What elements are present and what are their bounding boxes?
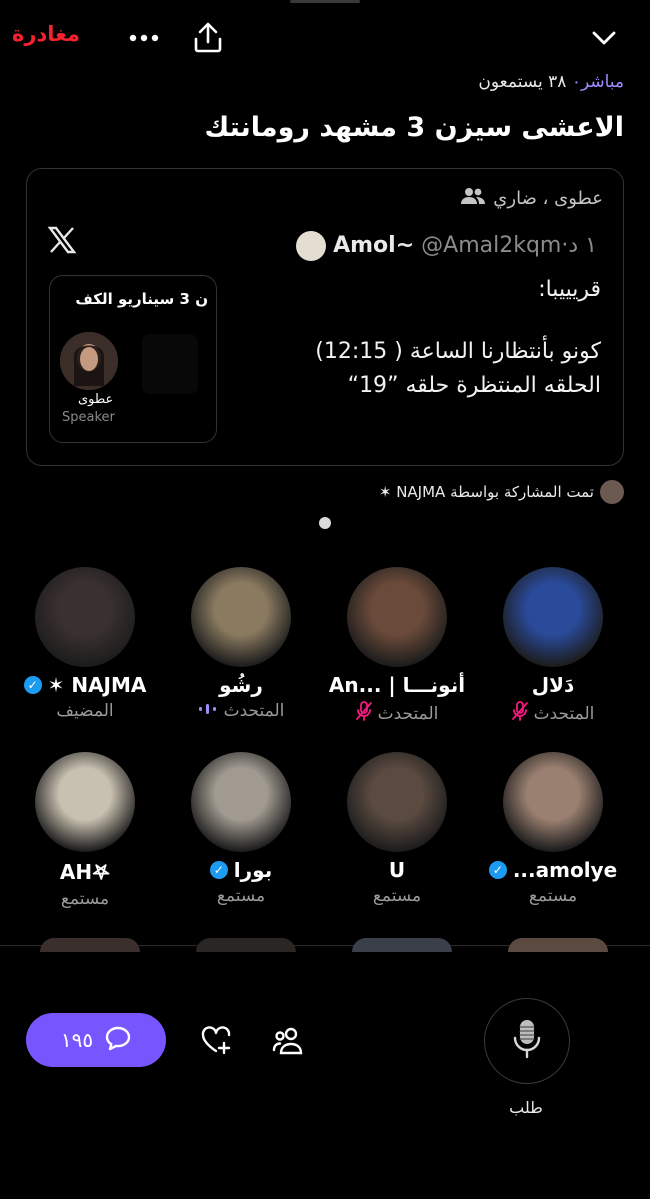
participant-name-row: أنونـــا | ...An bbox=[322, 673, 472, 697]
shared-by: تمت المشاركة بواسطة NAJMA ✶ bbox=[379, 480, 624, 504]
avatar bbox=[191, 567, 291, 667]
speaking-indicator-icon bbox=[198, 701, 218, 721]
avatar bbox=[503, 567, 603, 667]
listener-count: ٣٨ يستمعون bbox=[478, 72, 567, 92]
participant-role: المضيف bbox=[56, 701, 114, 721]
verified-badge-icon: ✓ bbox=[488, 861, 507, 879]
avatar bbox=[503, 752, 603, 852]
participant-role: مستمع bbox=[528, 886, 578, 906]
people-icon[interactable] bbox=[268, 1020, 308, 1060]
chevron-down-icon[interactable] bbox=[586, 20, 622, 56]
participant-card[interactable]: AH𖤐 مستمع bbox=[10, 752, 160, 909]
share-icon[interactable] bbox=[190, 20, 226, 56]
post-author[interactable]: Amol~ @Amal2kqm·١ د bbox=[290, 231, 597, 261]
live-status: مباشر٠ ٣٨ يستمعون bbox=[478, 72, 624, 92]
participant-role: المتحدث bbox=[223, 701, 285, 721]
post-participants: عطوى ، ضاري bbox=[461, 187, 603, 210]
participant-role-row: المتحدث bbox=[322, 701, 472, 726]
avatar bbox=[35, 752, 135, 852]
verified-badge-icon: ✓ bbox=[23, 676, 42, 694]
participant-name: أنونـــا | ...An bbox=[328, 673, 466, 697]
request-mic-button[interactable] bbox=[484, 998, 570, 1084]
participant-role-row: المتحدث bbox=[166, 701, 316, 721]
participant-role: مستمع bbox=[60, 889, 110, 909]
top-handle bbox=[290, 0, 360, 3]
more-dots-icon[interactable] bbox=[126, 20, 162, 56]
live-label: مباشر bbox=[580, 72, 624, 92]
comment-bubble-icon bbox=[105, 1025, 131, 1056]
comments-button[interactable]: ١٩٥ bbox=[26, 1013, 166, 1067]
comments-count: ١٩٥ bbox=[60, 1028, 94, 1052]
x-logo-icon bbox=[47, 225, 81, 259]
avatar bbox=[35, 567, 135, 667]
participant-name: amolye... bbox=[512, 858, 618, 882]
participant-name: دَلال bbox=[531, 673, 575, 697]
heart-plus-icon[interactable] bbox=[196, 1020, 236, 1060]
avatar bbox=[40, 938, 140, 952]
participant-name-row: دَلال bbox=[478, 673, 628, 697]
mic-muted-icon bbox=[511, 701, 528, 726]
participant-name: رشُو bbox=[219, 673, 263, 697]
participant-card[interactable]: amolye... ✓ مستمع bbox=[478, 752, 628, 906]
request-label: طلب bbox=[509, 1098, 543, 1117]
participant-name-row: amolye... ✓ bbox=[478, 858, 628, 882]
author-handle: @Amal2kqm bbox=[421, 233, 562, 258]
avatar bbox=[352, 938, 452, 952]
post-names: عطوى ، ضاري bbox=[493, 188, 603, 209]
avatar bbox=[347, 752, 447, 852]
participant-card[interactable]: بورا ✓ مستمع bbox=[166, 752, 316, 906]
participant-role-row: مستمع bbox=[10, 889, 160, 909]
thumb-speaker-name: عطوى bbox=[78, 392, 114, 407]
participant-name-row: NAJMA ✶ ✓ bbox=[10, 673, 160, 697]
participant-card[interactable]: دَلال المتحدث bbox=[478, 567, 628, 726]
participant-card[interactable]: رشُو المتحدث bbox=[166, 567, 316, 721]
participant-role-row: مستمع bbox=[322, 886, 472, 906]
participant-name-row: بورا ✓ bbox=[166, 858, 316, 882]
participant-name-row: رشُو bbox=[166, 673, 316, 697]
verified-badge-icon: ✓ bbox=[209, 861, 228, 879]
participant-card[interactable]: U مستمع bbox=[322, 752, 472, 906]
pinned-post-card[interactable]: عطوى ، ضاري Amol~ @Amal2kqm·١ د قريييبا:… bbox=[26, 168, 624, 466]
mic-icon bbox=[511, 1018, 543, 1064]
avatar bbox=[347, 567, 447, 667]
participant-card[interactable]: أنونـــا | ...An المتحدث bbox=[322, 567, 472, 726]
participant-name: NAJMA ✶ bbox=[47, 673, 147, 697]
participant-name: U bbox=[388, 858, 406, 882]
avatar bbox=[191, 752, 291, 852]
post-time: ١ د bbox=[568, 233, 597, 258]
post-line: الحلقه المنتظرة حلقه ”19“ bbox=[347, 373, 601, 398]
page-indicator-dot bbox=[319, 517, 331, 529]
avatar bbox=[508, 938, 608, 952]
post-text: قريييبا: كونو بأنتظارنا الساعة ( 12:15) … bbox=[315, 273, 601, 403]
post-line: كونو بأنتظارنا الساعة ( 12:15) bbox=[315, 339, 601, 364]
participant-role-row: مستمع bbox=[166, 886, 316, 906]
participant-role-row: المضيف bbox=[10, 701, 160, 721]
thumb-avatar bbox=[60, 332, 118, 390]
thumb-title: ن 3 سيناريو الكف bbox=[75, 290, 208, 308]
leave-button[interactable]: مغادرة bbox=[12, 22, 80, 46]
participant-card[interactable]: NAJMA ✶ ✓ المضيف bbox=[10, 567, 160, 721]
post-line: قريييبا: bbox=[538, 277, 601, 302]
author-avatar bbox=[296, 231, 327, 261]
thumb-dark-image bbox=[142, 334, 198, 394]
shared-by-text: تمت المشاركة بواسطة NAJMA ✶ bbox=[378, 483, 594, 501]
sharer-avatar bbox=[600, 480, 624, 504]
people-icon bbox=[461, 187, 486, 210]
participant-name: AH𖤐 bbox=[59, 860, 111, 884]
author-name: Amol~ bbox=[333, 233, 415, 258]
participant-name-row: U bbox=[322, 858, 472, 882]
thumb-speaker-role: Speaker bbox=[62, 410, 115, 425]
participant-role-row: المتحدث bbox=[478, 701, 628, 726]
mic-muted-icon bbox=[355, 701, 372, 726]
participant-role: مستمع bbox=[372, 886, 422, 906]
participant-role: المتحدث bbox=[377, 703, 439, 724]
space-thumbnail[interactable]: ن 3 سيناريو الكف عطوى Speaker bbox=[49, 275, 217, 443]
participant-role-row: مستمع bbox=[478, 886, 628, 906]
participant-role: المتحدث bbox=[533, 703, 595, 724]
avatar bbox=[196, 938, 296, 952]
space-title: الاعشى سيزن 3 مشهد رومانتك bbox=[204, 112, 624, 143]
participant-name-row: AH𖤐 bbox=[10, 858, 160, 885]
participant-role: مستمع bbox=[216, 886, 266, 906]
participant-name: بورا bbox=[233, 858, 273, 882]
